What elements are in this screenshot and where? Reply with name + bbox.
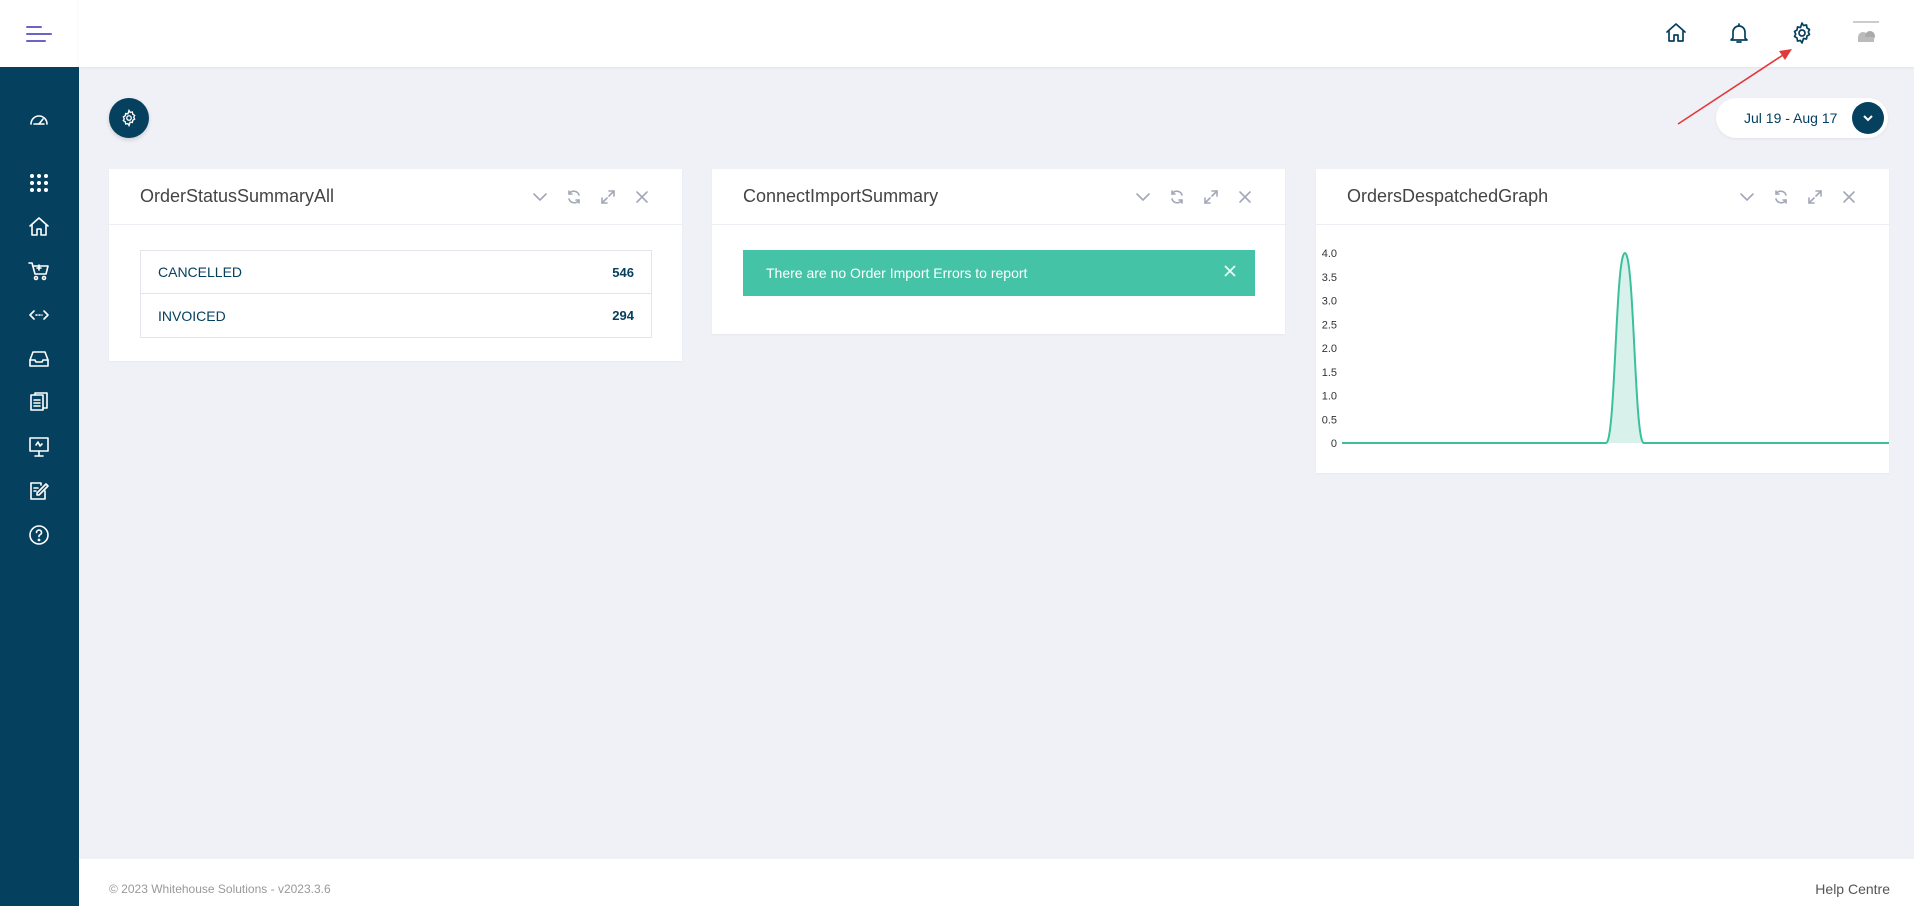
y-tick-label: 1.5 bbox=[1322, 367, 1337, 379]
integration-icon[interactable] bbox=[24, 300, 54, 330]
edit-icon[interactable] bbox=[24, 476, 54, 506]
apps-grid-icon[interactable] bbox=[24, 168, 54, 198]
refresh-button[interactable] bbox=[1771, 187, 1791, 207]
sidebar bbox=[0, 0, 79, 906]
widget-tools bbox=[1737, 187, 1859, 207]
chevron-down-icon bbox=[1136, 193, 1150, 201]
status-count: 294 bbox=[612, 308, 634, 323]
widget-header: ConnectImportSummary bbox=[712, 169, 1285, 225]
widget-title: ConnectImportSummary bbox=[743, 186, 939, 206]
alert-close-button[interactable] bbox=[1223, 264, 1239, 280]
y-tick-label: 0.5 bbox=[1322, 414, 1337, 426]
y-tick-label: 3.5 bbox=[1322, 272, 1337, 284]
date-range-selector[interactable]: Jul 19 - Aug 17 bbox=[1716, 98, 1888, 138]
widget-tools bbox=[1133, 187, 1255, 207]
y-tick-label: 2.0 bbox=[1322, 343, 1337, 355]
expand-icon bbox=[1204, 190, 1218, 204]
despatch-chart: 0 0.5 1.0 1.5 2.0 2.5 3.0 3.5 4.0 bbox=[1322, 248, 1889, 450]
gear-icon[interactable] bbox=[1786, 17, 1818, 49]
home-icon[interactable] bbox=[1660, 17, 1692, 49]
refresh-icon bbox=[568, 190, 580, 204]
status-label: INVOICED bbox=[158, 307, 226, 324]
widget-title: OrderStatusSummaryAll bbox=[140, 186, 335, 206]
footer: © 2023 Whitehouse Solutions - v2023.3.6 … bbox=[79, 859, 1914, 906]
close-button[interactable] bbox=[1839, 187, 1859, 207]
status-label: CANCELLED bbox=[158, 264, 243, 280]
refresh-icon bbox=[1171, 190, 1183, 204]
expand-button[interactable] bbox=[1805, 187, 1825, 207]
expand-icon bbox=[1808, 190, 1822, 204]
sidebar-header bbox=[0, 0, 79, 67]
widget-header: OrderStatusSummaryAll bbox=[109, 169, 682, 225]
collapse-button[interactable] bbox=[530, 187, 550, 207]
orders-despatched-widget: OrdersDespatchedGraph 0 0.5 1.0 1.5 2.0 2.5 3.… bbox=[1316, 169, 1889, 473]
chevron-down-icon[interactable] bbox=[1852, 102, 1884, 134]
table-row[interactable]: CANCELLED 546 bbox=[141, 251, 651, 294]
gear-icon bbox=[122, 109, 136, 127]
close-icon bbox=[1224, 265, 1236, 277]
stack-icon[interactable] bbox=[24, 388, 54, 418]
collapse-button[interactable] bbox=[1133, 187, 1153, 207]
y-tick-label: 2.5 bbox=[1322, 319, 1337, 331]
user-avatar[interactable] bbox=[1850, 20, 1882, 48]
close-button[interactable] bbox=[632, 187, 652, 207]
dashboard-settings-button[interactable] bbox=[109, 98, 149, 138]
dashboard-icon[interactable] bbox=[24, 104, 54, 134]
copyright-text: © 2023 Whitehouse Solutions - v2023.3.6 bbox=[109, 882, 331, 896]
y-tick-label: 4.0 bbox=[1322, 248, 1337, 260]
expand-button[interactable] bbox=[598, 187, 618, 207]
refresh-icon bbox=[1775, 190, 1787, 204]
alert-message: There are no Order Import Errors to repo… bbox=[766, 265, 1028, 281]
menu-toggle-icon[interactable] bbox=[25, 24, 54, 44]
expand-button[interactable] bbox=[1201, 187, 1221, 207]
inbox-icon[interactable] bbox=[24, 344, 54, 374]
close-icon bbox=[636, 191, 648, 203]
top-navbar bbox=[79, 0, 1914, 67]
y-tick-label: 0 bbox=[1331, 438, 1337, 450]
monitor-icon[interactable] bbox=[24, 432, 54, 462]
help-centre-link[interactable]: Help Centre bbox=[1815, 881, 1890, 897]
chevron-down-icon bbox=[533, 193, 547, 201]
chevron-down-icon bbox=[1740, 193, 1754, 201]
widget-title: OrdersDespatchedGraph bbox=[1347, 186, 1549, 206]
y-tick-label: 1.0 bbox=[1322, 391, 1337, 403]
close-icon bbox=[1843, 191, 1855, 203]
cart-icon[interactable] bbox=[24, 256, 54, 286]
status-table: CANCELLED 546 INVOICED 294 bbox=[140, 250, 652, 338]
table-row[interactable]: INVOICED 294 bbox=[141, 294, 651, 337]
home-icon[interactable] bbox=[24, 212, 54, 242]
order-status-widget: OrderStatusSummaryAll CANCELLED 546 INVO… bbox=[109, 169, 682, 361]
refresh-button[interactable] bbox=[564, 187, 584, 207]
status-count: 546 bbox=[612, 264, 634, 280]
close-icon bbox=[1239, 191, 1251, 203]
help-icon[interactable] bbox=[24, 520, 54, 550]
import-success-alert: There are no Order Import Errors to repo… bbox=[743, 250, 1255, 296]
refresh-button[interactable] bbox=[1167, 187, 1187, 207]
connect-import-widget: ConnectImportSummary There are no Order … bbox=[712, 169, 1285, 334]
date-range-label: Jul 19 - Aug 17 bbox=[1744, 110, 1838, 126]
widget-header: OrdersDespatchedGraph bbox=[1316, 169, 1889, 225]
collapse-button[interactable] bbox=[1737, 187, 1757, 207]
close-button[interactable] bbox=[1235, 187, 1255, 207]
expand-icon bbox=[601, 190, 615, 204]
bell-icon[interactable] bbox=[1723, 17, 1755, 49]
y-tick-label: 3.0 bbox=[1322, 296, 1337, 308]
widget-tools bbox=[530, 187, 652, 207]
